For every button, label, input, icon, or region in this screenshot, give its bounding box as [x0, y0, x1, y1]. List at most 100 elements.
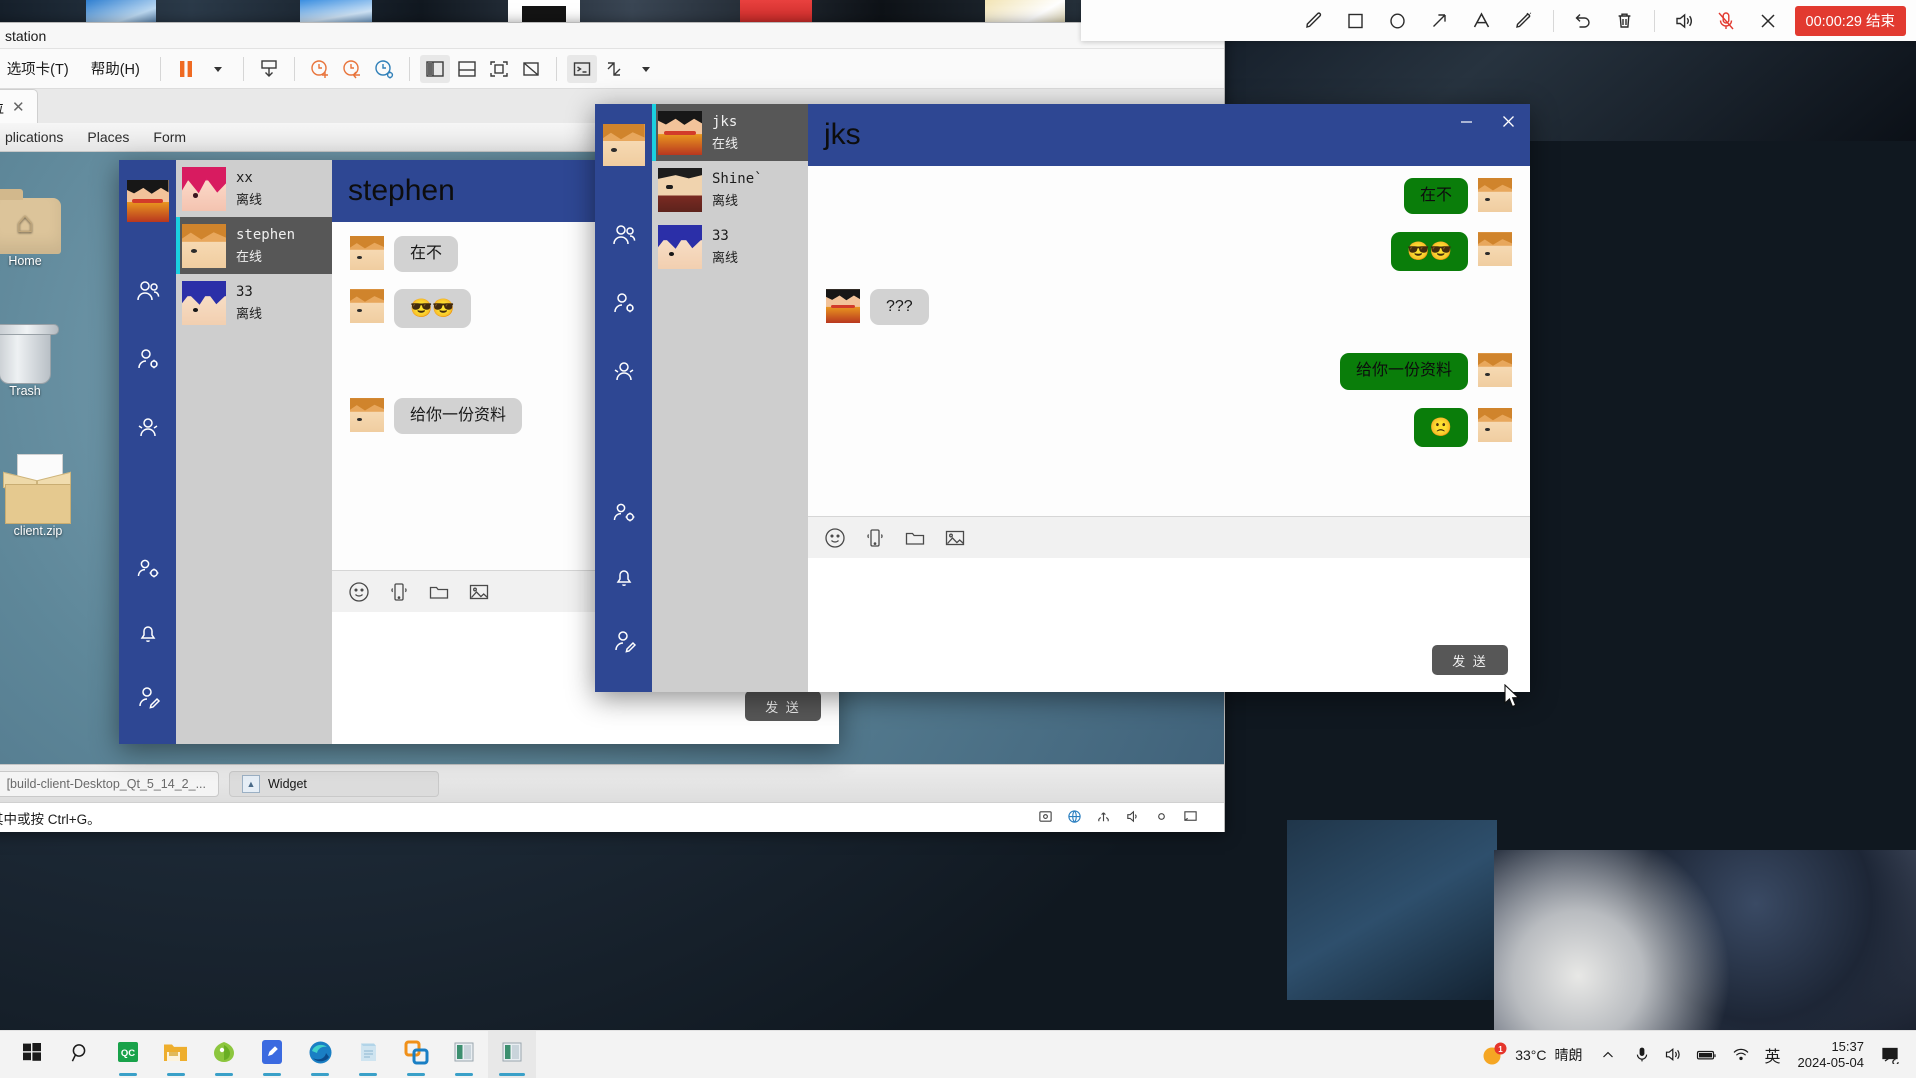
- app-qtcreator-2[interactable]: [488, 1030, 536, 1078]
- system-tray[interactable]: 1 33°C 晴朗 英 15:37 2024-05-04: [1474, 1031, 1916, 1078]
- close-icon[interactable]: [1486, 104, 1530, 138]
- highlighter-icon[interactable]: [1503, 0, 1545, 41]
- notification-bell-icon[interactable]: [603, 556, 645, 598]
- app-vmware[interactable]: [392, 1031, 440, 1078]
- gnome-task-build-client[interactable]: ▤ [build-client-Desktop_Qt_5_14_2_...: [0, 770, 219, 797]
- group-icon[interactable]: [127, 406, 169, 448]
- screen-recorder-toolbar[interactable]: 00:00:29 结束: [1081, 0, 1916, 41]
- gnome-taskbar[interactable]: ▤ [build-client-Desktop_Qt_5_14_2_... ▲ …: [0, 764, 1224, 802]
- client-send-button[interactable]: 发 送: [745, 691, 821, 721]
- speaker-icon[interactable]: [1663, 0, 1705, 41]
- contact-item-stephen[interactable]: stephen 在线: [176, 217, 332, 274]
- rectangle-icon[interactable]: [1335, 0, 1377, 41]
- emoji-icon[interactable]: [346, 579, 372, 605]
- mic-icon[interactable]: [1627, 1031, 1657, 1078]
- console-icon[interactable]: [566, 54, 597, 83]
- delete-icon[interactable]: [1604, 0, 1646, 41]
- vm-status-usb-icon[interactable]: [1096, 809, 1111, 827]
- vm-status-disk-icon[interactable]: [1038, 809, 1053, 827]
- shake-icon[interactable]: [386, 579, 412, 605]
- mic-muted-icon[interactable]: [1705, 0, 1747, 41]
- notification-icon[interactable]: [1874, 1031, 1908, 1078]
- folder-icon[interactable]: [426, 579, 452, 605]
- snapshot-manage-icon[interactable]: [369, 55, 399, 83]
- contact-item-xx[interactable]: xx 离线: [176, 160, 332, 217]
- contact-item-shine[interactable]: Shine` 离线: [652, 161, 808, 218]
- battery-icon[interactable]: [1689, 1031, 1725, 1078]
- vm-status-sound-icon[interactable]: [1125, 809, 1140, 827]
- vm-status-network-icon[interactable]: [1067, 809, 1082, 827]
- weather-widget[interactable]: 1 33°C 晴朗: [1474, 1031, 1589, 1078]
- ime-indicator[interactable]: 英: [1757, 1031, 1787, 1078]
- server-sidebar[interactable]: [595, 104, 652, 692]
- snapshot-icon[interactable]: [254, 55, 284, 83]
- friends-icon[interactable]: [603, 214, 645, 256]
- notification-bell-icon[interactable]: [127, 612, 169, 654]
- gnome-task-widget[interactable]: ▲ Widget: [229, 770, 439, 797]
- chat-server-window[interactable]: jks 在线 Shine` 离线 33 离线 jks 在不 😎😎 ??? 给你一…: [595, 104, 1530, 692]
- app-notepad[interactable]: [344, 1031, 392, 1078]
- server-compose-toolbar[interactable]: [808, 516, 1530, 558]
- close-icon[interactable]: ✕: [12, 98, 25, 116]
- stacked-view-icon[interactable]: [452, 55, 482, 83]
- avatar-self[interactable]: [602, 124, 645, 166]
- app-file-explorer[interactable]: [152, 1031, 200, 1078]
- vm-status-message-icon[interactable]: [1183, 809, 1198, 827]
- fullscreen-icon[interactable]: [484, 55, 514, 83]
- gnome-menu-places[interactable]: Places: [87, 129, 129, 145]
- text-icon[interactable]: [1461, 0, 1503, 41]
- vm-status-printer-icon[interactable]: [1154, 809, 1169, 827]
- menu-item-help[interactable]: 帮助(H): [81, 54, 150, 83]
- manage-group-icon[interactable]: [127, 548, 169, 590]
- server-message-input[interactable]: [808, 558, 1530, 692]
- contact-item-33[interactable]: 33 离线: [652, 218, 808, 275]
- recording-timer-button[interactable]: 00:00:29 结束: [1794, 5, 1906, 36]
- contact-item-jks[interactable]: jks 在线: [652, 104, 808, 161]
- contact-item-33[interactable]: 33 离线: [176, 274, 332, 331]
- desktop-icon-document[interactable]: se pp client.zip: [0, 442, 103, 538]
- tray-chevron-up-icon[interactable]: [1589, 1031, 1627, 1078]
- shake-icon[interactable]: [862, 525, 888, 551]
- client-sidebar[interactable]: [119, 160, 176, 744]
- folder-icon[interactable]: [902, 525, 928, 551]
- server-chat-panel[interactable]: jks 在不 😎😎 ??? 给你一份资料 🙁 发 送: [808, 104, 1530, 692]
- app-edge[interactable]: [296, 1031, 344, 1078]
- image-icon[interactable]: [942, 525, 968, 551]
- app-qtcreator-1[interactable]: [440, 1031, 488, 1078]
- search-button[interactable]: [56, 1031, 104, 1078]
- vm-tab-centos[interactable]: ntOS 7 64 位 ✕: [0, 89, 38, 123]
- friends-icon[interactable]: [127, 270, 169, 312]
- ellipse-icon[interactable]: [1377, 0, 1419, 41]
- pen-icon[interactable]: [1293, 0, 1335, 41]
- expand-icon[interactable]: [599, 55, 629, 83]
- arrow-icon[interactable]: [1419, 0, 1461, 41]
- close-icon[interactable]: [1747, 0, 1789, 41]
- vmware-menubar[interactable]: (I) 选项卡(T) 帮助(H): [0, 49, 1224, 89]
- profile-edit-icon[interactable]: [127, 676, 169, 718]
- menu-item-tabs[interactable]: 选项卡(T): [0, 54, 79, 83]
- snapshot-revert-icon[interactable]: [337, 55, 367, 83]
- image-icon[interactable]: [466, 579, 492, 605]
- snapshot-take-icon[interactable]: [305, 55, 335, 83]
- minimize-icon[interactable]: [1446, 104, 1486, 138]
- client-contact-list[interactable]: xx 离线 stephen 在线 33 离线: [176, 160, 332, 744]
- windows-taskbar[interactable]: QC 1 33°C 晴朗 英 15:37 2024-05-04: [0, 1030, 1916, 1078]
- emoji-icon[interactable]: [822, 525, 848, 551]
- profile-edit-icon[interactable]: [603, 620, 645, 662]
- gnome-menu-form[interactable]: Form: [153, 129, 186, 145]
- pause-icon[interactable]: [171, 55, 201, 83]
- add-friend-icon[interactable]: [603, 282, 645, 324]
- app-navicat[interactable]: [200, 1031, 248, 1078]
- manage-group-icon[interactable]: [603, 492, 645, 534]
- taskbar-apps[interactable]: QC: [0, 1030, 536, 1078]
- app-editor[interactable]: [248, 1031, 296, 1078]
- undo-icon[interactable]: [1562, 0, 1604, 41]
- desktop-icon-trash[interactable]: Trash: [0, 312, 77, 398]
- avatar-self[interactable]: [126, 180, 169, 222]
- desktop-icon-home[interactable]: Home: [0, 182, 77, 268]
- add-friend-icon[interactable]: [127, 338, 169, 380]
- server-contact-list[interactable]: jks 在线 Shine` 离线 33 离线: [652, 104, 808, 692]
- app-qc[interactable]: QC: [104, 1031, 152, 1078]
- unity-icon[interactable]: [516, 55, 546, 83]
- server-send-button[interactable]: 发 送: [1432, 645, 1508, 675]
